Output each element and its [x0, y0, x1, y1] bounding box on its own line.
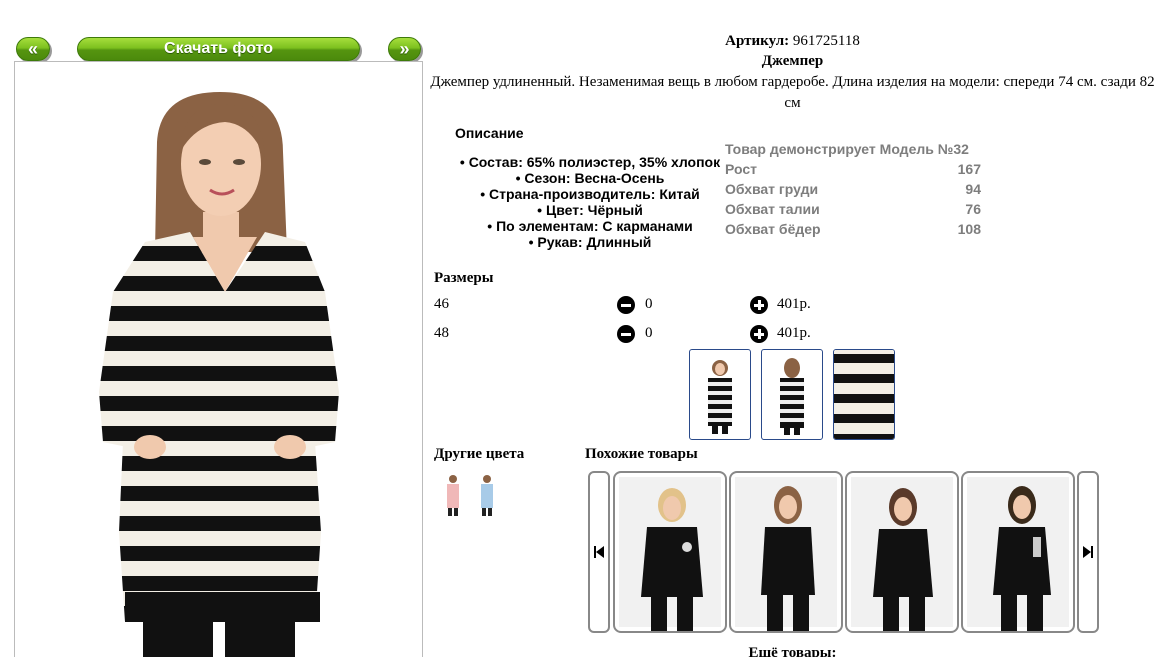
similar-product-card[interactable]: [729, 471, 843, 633]
size-row: 48 0 401р.: [434, 323, 834, 345]
model-heading: Товар демонстрирует Модель №32: [725, 141, 969, 157]
quantity-value: 0: [645, 296, 653, 312]
attribute-list: Состав: 65% полиэстер, 35% хлопок Сезон:…: [430, 154, 750, 250]
carousel-next-button[interactable]: [1077, 471, 1099, 633]
next-photo-button[interactable]: »: [388, 37, 421, 61]
article-line: Артикул: 961725118: [430, 33, 1155, 50]
color-variant-pink[interactable]: [441, 471, 465, 518]
thumbnail-front-image: [708, 360, 732, 434]
attribute-item: Рукав: Длинный: [430, 234, 750, 250]
measure-value: 76: [965, 201, 981, 217]
measure-value: 94: [965, 181, 981, 197]
description-heading: Описание: [455, 125, 524, 141]
size-value: 46: [434, 296, 449, 312]
price-value: 401р.: [777, 325, 811, 341]
other-colors-heading: Другие цвета: [434, 446, 525, 462]
product-title: Джемпер: [761, 53, 824, 69]
thumbnail-detail-image: [834, 350, 894, 439]
price-value: 401р.: [777, 296, 811, 312]
article-label: Артикул:: [725, 33, 790, 49]
measure-label: Обхват талии: [725, 201, 820, 217]
table-row: Обхват талии 76: [725, 199, 981, 219]
article-value: 961725118: [792, 33, 860, 49]
attribute-item: Сезон: Весна-Осень: [430, 170, 750, 186]
color-variant-pink-image: [447, 475, 459, 516]
color-variant-blue-image: [481, 475, 493, 516]
sizes-heading: Размеры: [434, 270, 494, 286]
next-photo-label: »: [399, 38, 410, 59]
minus-circle-icon[interactable]: [617, 325, 635, 343]
minus-circle-icon[interactable]: [617, 296, 635, 314]
attribute-item: Страна-производитель: Китай: [430, 186, 750, 202]
main-product-photo: [14, 61, 423, 657]
prev-photo-button[interactable]: «: [16, 37, 50, 61]
measure-value: 167: [957, 161, 981, 177]
similar-product-card[interactable]: [613, 471, 727, 633]
product-description: Джемпер удлиненный. Незаменимая вещь в л…: [430, 74, 1155, 111]
similar-product-image: [641, 488, 703, 631]
thumbnail-back-image: [780, 358, 804, 435]
size-row: 46 0 401р.: [434, 294, 834, 316]
similar-product-image: [873, 488, 933, 631]
model-in-striped-jumper-image: [99, 92, 339, 657]
table-row: Обхват бёдер 108: [725, 219, 981, 239]
similar-product-card[interactable]: [961, 471, 1075, 633]
photo-thumbnail-detail[interactable]: [833, 349, 895, 440]
download-photo-button[interactable]: Скачать фото: [77, 37, 360, 61]
plus-circle-icon[interactable]: [750, 325, 768, 343]
table-row: Рост 167: [725, 159, 981, 179]
skip-back-icon: [594, 546, 604, 558]
prev-photo-label: «: [27, 38, 38, 59]
model-measurements-table: Товар демонстрирует Модель №32 Рост 167 О…: [725, 139, 981, 239]
carousel-prev-button[interactable]: [588, 471, 610, 633]
similar-product-image: [761, 486, 815, 631]
similar-products-heading: Похожие товары: [585, 446, 698, 462]
quantity-value: 0: [645, 325, 653, 341]
size-value: 48: [434, 325, 449, 341]
download-photo-label: Скачать фото: [164, 40, 273, 57]
plus-circle-icon[interactable]: [750, 296, 768, 314]
measure-value: 108: [957, 221, 981, 237]
similar-product-image: [993, 486, 1051, 631]
photo-thumbnail-back[interactable]: [761, 349, 823, 440]
more-products-heading: Ещё товары:: [748, 645, 837, 657]
table-row: Обхват груди 94: [725, 179, 981, 199]
measure-label: Обхват бёдер: [725, 221, 821, 237]
similar-product-card[interactable]: [845, 471, 959, 633]
color-variant-blue[interactable]: [475, 471, 499, 518]
measure-label: Обхват груди: [725, 181, 819, 197]
product-header: Артикул: 961725118 Джемпер Джемпер удлин…: [430, 0, 1155, 120]
measure-label: Рост: [725, 161, 757, 177]
attribute-item: Состав: 65% полиэстер, 35% хлопок: [430, 154, 750, 170]
skip-forward-icon: [1083, 546, 1093, 558]
attribute-item: По элементам: С карманами: [430, 218, 750, 234]
attribute-item: Цвет: Чёрный: [430, 202, 750, 218]
photo-thumbnail-front[interactable]: [689, 349, 751, 440]
